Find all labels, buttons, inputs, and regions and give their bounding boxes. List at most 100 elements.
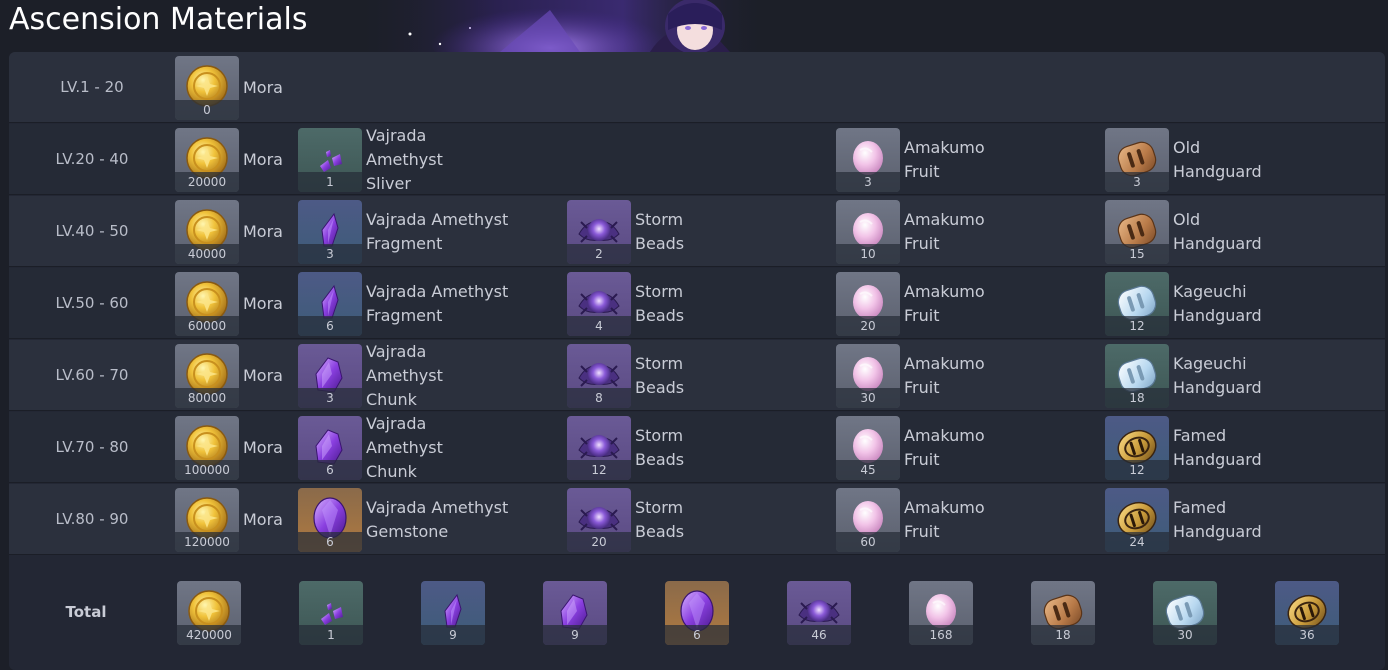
item-tile: 80000 <box>175 344 239 408</box>
level-range: LV.1 - 20 <box>60 78 124 96</box>
item-count: 10 <box>836 244 900 264</box>
item-name: Mora <box>243 294 283 313</box>
item-tile: 9 <box>543 581 607 645</box>
total-row: Total 420000 1 9 9 6 46 168 18 30 36 <box>9 571 1385 670</box>
item-tile: 1 <box>298 128 362 192</box>
item-tile: 60 <box>836 488 900 552</box>
item-tile: 20000 <box>175 128 239 192</box>
item-name: Mora <box>243 366 283 385</box>
item-tile: 6 <box>298 272 362 336</box>
item-tile: 2 <box>567 200 631 264</box>
item-name: Famed Handguard <box>1173 498 1262 541</box>
item-name: Vajrada Amethyst Fragment <box>366 210 509 253</box>
item-tile: 12 <box>1105 416 1169 480</box>
item-count: 20 <box>567 532 631 552</box>
item-count: 46 <box>787 625 851 645</box>
level-row: LV.80 - 90 120000 Mora 6 Vajrada Amethyst Ge… <box>9 484 1385 555</box>
item-tile: 40000 <box>175 200 239 264</box>
item-tile: 46 <box>787 581 851 645</box>
item-tile: 168 <box>909 581 973 645</box>
item-count: 12 <box>1105 460 1169 480</box>
item-count: 12 <box>567 460 631 480</box>
item-count: 8 <box>567 388 631 408</box>
level-row: LV.60 - 70 80000 Mora 3 Vajrada Amethyst Chu… <box>9 340 1385 411</box>
item-name: Kageuchi Handguard <box>1173 282 1262 325</box>
item-count: 2 <box>567 244 631 264</box>
item-count: 3 <box>298 244 362 264</box>
item-count: 6 <box>665 625 729 645</box>
item-count: 1 <box>299 625 363 645</box>
item-name: Old Handguard <box>1173 210 1262 253</box>
level-row: LV.40 - 50 40000 Mora 3 Vajrada Amethyst Fra… <box>9 196 1385 267</box>
item-name: Amakumo Fruit <box>904 354 985 397</box>
item-name: Old Handguard <box>1173 138 1262 181</box>
item-count: 0 <box>175 100 239 120</box>
character-banner-image <box>350 0 770 52</box>
item-count: 20 <box>836 316 900 336</box>
level-range: LV.40 - 50 <box>55 222 129 240</box>
level-range: LV.60 - 70 <box>55 366 129 384</box>
item-tile: 3 <box>1105 128 1169 192</box>
item-name: Storm Beads <box>635 210 685 253</box>
item-name: Amakumo Fruit <box>904 426 985 469</box>
item-count: 9 <box>543 625 607 645</box>
item-tile: 6 <box>298 488 362 552</box>
item-tile: 420000 <box>177 581 241 645</box>
item-tile: 24 <box>1105 488 1169 552</box>
level-range: LV.20 - 40 <box>55 150 129 168</box>
item-tile: 18 <box>1105 344 1169 408</box>
item-name: Vajrada Amethyst Chunk <box>366 342 443 409</box>
item-tile: 100000 <box>175 416 239 480</box>
item-tile: 18 <box>1031 581 1095 645</box>
item-count: 20000 <box>175 172 239 192</box>
item-count: 420000 <box>177 625 241 645</box>
item-tile: 20 <box>567 488 631 552</box>
item-tile: 3 <box>298 200 362 264</box>
item-tile: 3 <box>298 344 362 408</box>
item-tile: 0 <box>175 56 239 120</box>
item-count: 6 <box>298 316 362 336</box>
item-tile: 1 <box>299 581 363 645</box>
item-name: Vajrada Amethyst Gemstone <box>366 498 509 541</box>
item-tile: 15 <box>1105 200 1169 264</box>
item-count: 15 <box>1105 244 1169 264</box>
ascension-materials-table: LV.1 - 20 0 Mora LV.20 - 40 20000 Mora 1 Vajrad… <box>9 52 1385 670</box>
item-name: Vajrada Amethyst Fragment <box>366 282 509 325</box>
item-name: Storm Beads <box>635 282 685 325</box>
item-count: 6 <box>298 460 362 480</box>
item-name: Amakumo Fruit <box>904 210 985 253</box>
item-count: 30 <box>836 388 900 408</box>
item-count: 24 <box>1105 532 1169 552</box>
item-count: 60000 <box>175 316 239 336</box>
item-name: Storm Beads <box>635 354 685 397</box>
item-count: 9 <box>421 625 485 645</box>
item-count: 60 <box>836 532 900 552</box>
item-tile: 30 <box>836 344 900 408</box>
item-tile: 3 <box>836 128 900 192</box>
item-name: Amakumo Fruit <box>904 138 985 181</box>
item-tile: 60000 <box>175 272 239 336</box>
item-name: Storm Beads <box>635 426 685 469</box>
item-name: Mora <box>243 510 283 529</box>
item-count: 40000 <box>175 244 239 264</box>
item-name: Mora <box>243 222 283 241</box>
level-row: LV.70 - 80 100000 Mora 6 Vajrada Amethyst Ch… <box>9 412 1385 483</box>
item-count: 168 <box>909 625 973 645</box>
item-count: 45 <box>836 460 900 480</box>
item-name: Vajrada Amethyst Chunk <box>366 414 443 481</box>
item-count: 80000 <box>175 388 239 408</box>
item-tile: 120000 <box>175 488 239 552</box>
item-count: 4 <box>567 316 631 336</box>
item-tile: 9 <box>421 581 485 645</box>
item-count: 1 <box>298 172 362 192</box>
item-count: 18 <box>1105 388 1169 408</box>
item-tile: 12 <box>567 416 631 480</box>
level-range: LV.80 - 90 <box>55 510 129 528</box>
item-name: Amakumo Fruit <box>904 498 985 541</box>
item-tile: 8 <box>567 344 631 408</box>
item-count: 12 <box>1105 316 1169 336</box>
item-tile: 30 <box>1153 581 1217 645</box>
item-name: Famed Handguard <box>1173 426 1262 469</box>
item-name: Mora <box>243 150 283 169</box>
item-tile: 6 <box>298 416 362 480</box>
